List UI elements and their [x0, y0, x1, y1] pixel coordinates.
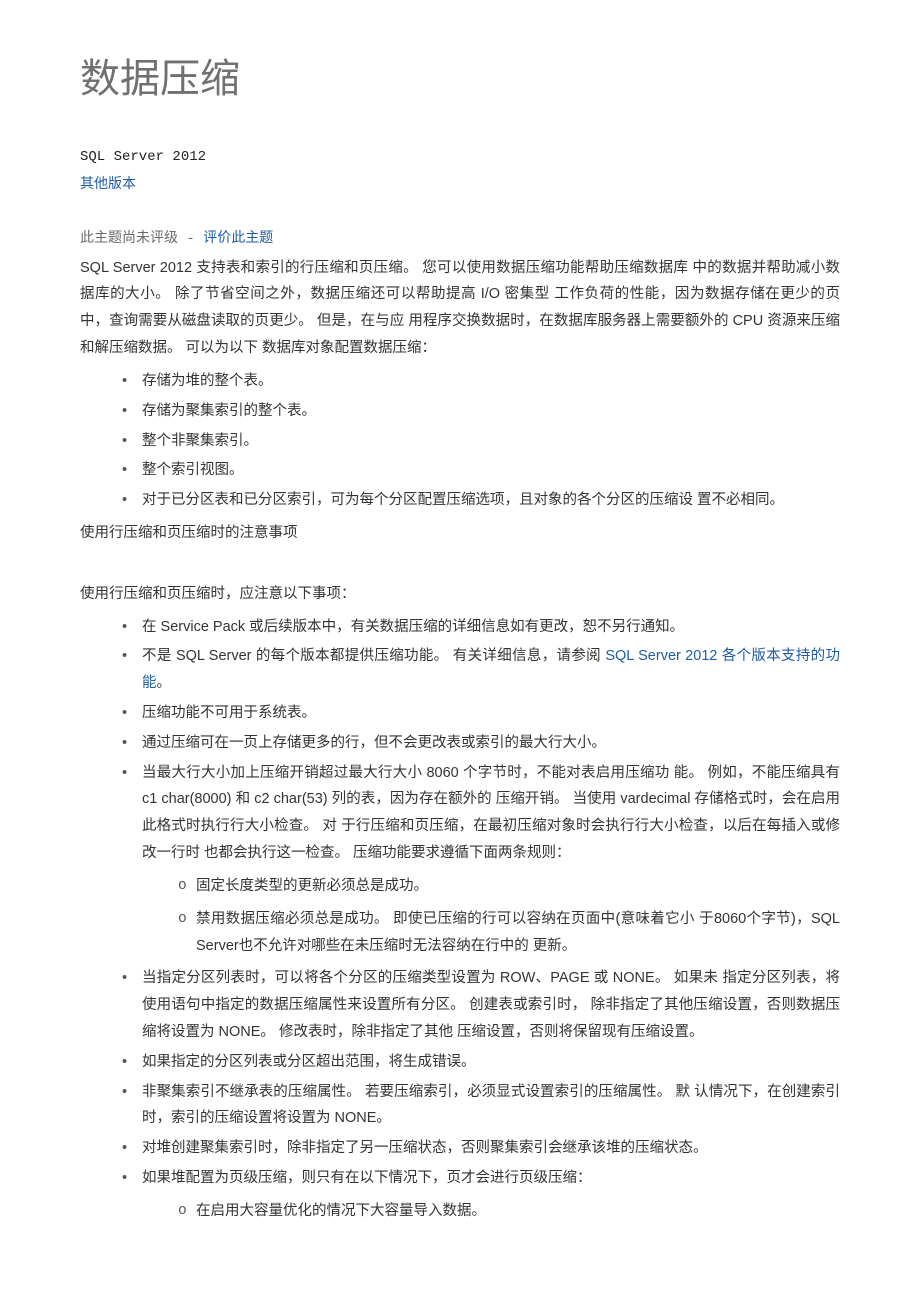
list-item: 当最大行大小加上压缩开销超过最大行大小 8060 个字节时，不能对表启用压缩功 …	[122, 760, 840, 960]
section-heading: 使用行压缩和页压缩时的注意事项	[80, 520, 840, 547]
rate-topic-link[interactable]: 评价此主题	[203, 231, 273, 247]
list-item: 对堆创建聚集索引时，除非指定了另一压缩状态，否则聚集索引会继承该堆的压缩状态。	[122, 1135, 840, 1162]
rating-status-text: 此主题尚未评级	[80, 231, 186, 247]
page-compress-sublist: 在启用大容量优化的情况下大容量导入数据。	[142, 1198, 840, 1225]
list-item-text: 不是 SQL Server 的每个版本都提供压缩功能。 有关详细信息，请参阅	[142, 648, 605, 664]
list-item: 禁用数据压缩必须总是成功。 即使已压缩的行可以容纳在页面中(意味着它小 于806…	[178, 906, 840, 960]
list-item-text-tail: 。	[157, 675, 172, 691]
list-item: 整个索引视图。	[122, 457, 840, 484]
list-item-text: 当最大行大小加上压缩开销超过最大行大小 8060 个字节时，不能对表启用压缩功 …	[142, 765, 840, 861]
intro-paragraph-2: 使用行压缩和页压缩时，应注意以下事项：	[80, 581, 840, 608]
object-list: 存储为堆的整个表。 存储为聚集索引的整个表。 整个非聚集索引。 整个索引视图。 …	[80, 368, 840, 514]
version-label: SQL Server 2012	[80, 149, 206, 165]
list-item: 在 Service Pack 或后续版本中，有关数据压缩的详细信息如有更改，恕不…	[122, 614, 840, 641]
intro-paragraph-1: SQL Server 2012 支持表和索引的行压缩和页压缩。 您可以使用数据压…	[80, 255, 840, 362]
list-item: 对于已分区表和已分区索引，可为每个分区配置压缩选项，且对象的各个分区的压缩设 置…	[122, 487, 840, 514]
list-item: 整个非聚集索引。	[122, 428, 840, 455]
list-item-text: 如果堆配置为页级压缩，则只有在以下情况下，页才会进行页级压缩：	[142, 1170, 592, 1186]
considerations-list: 在 Service Pack 或后续版本中，有关数据压缩的详细信息如有更改，恕不…	[80, 614, 840, 1225]
rating-separator: -	[186, 231, 203, 247]
list-item: 非聚集索引不继承表的压缩属性。 若要压缩索引，必须显式设置索引的压缩属性。 默 …	[122, 1079, 840, 1133]
page-title: 数据压缩	[80, 55, 840, 103]
list-item: 存储为堆的整个表。	[122, 368, 840, 395]
list-item: 存储为聚集索引的整个表。	[122, 398, 840, 425]
list-item: 固定长度类型的更新必须总是成功。	[178, 873, 840, 900]
list-item: 在启用大容量优化的情况下大容量导入数据。	[178, 1198, 840, 1225]
rules-sublist: 固定长度类型的更新必须总是成功。 禁用数据压缩必须总是成功。 即使已压缩的行可以…	[142, 873, 840, 959]
list-item: 当指定分区列表时，可以将各个分区的压缩类型设置为 ROW、PAGE 或 NONE…	[122, 965, 840, 1045]
list-item: 通过压缩可在一页上存储更多的行，但不会更改表或索引的最大行大小。	[122, 730, 840, 757]
other-versions-link[interactable]: 其他版本	[80, 177, 136, 193]
list-item: 压缩功能不可用于系统表。	[122, 700, 840, 727]
list-item: 如果指定的分区列表或分区超出范围，将生成错误。	[122, 1049, 840, 1076]
list-item: 不是 SQL Server 的每个版本都提供压缩功能。 有关详细信息，请参阅 S…	[122, 643, 840, 697]
list-item: 如果堆配置为页级压缩，则只有在以下情况下，页才会进行页级压缩： 在启用大容量优化…	[122, 1165, 840, 1225]
